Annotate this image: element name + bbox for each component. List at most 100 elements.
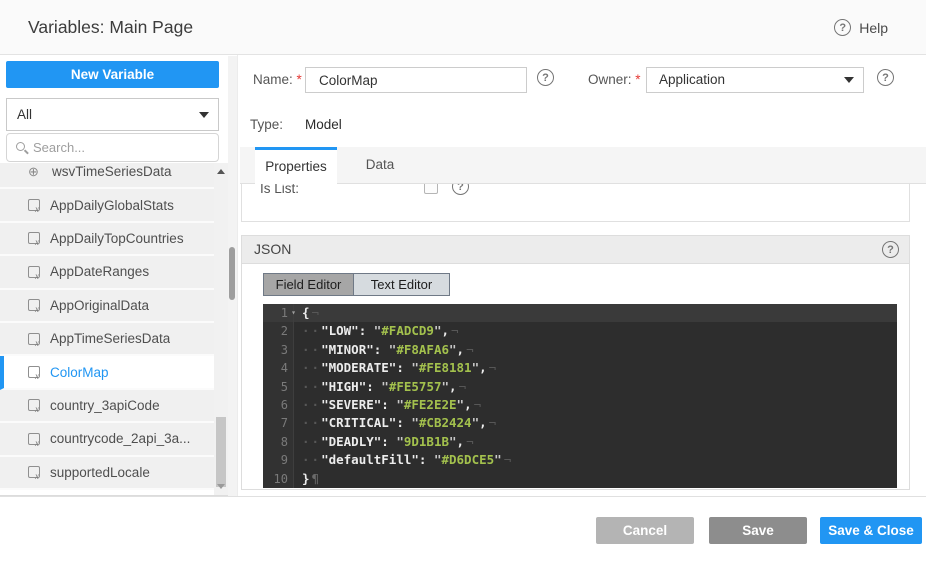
owner-help-icon[interactable]: ? <box>877 69 894 86</box>
help-button[interactable]: ? Help <box>834 0 888 55</box>
code-text: ··"defaultFill": "#D6DCE5"¬ <box>294 451 511 469</box>
list-item[interactable]: supportedLocale <box>0 457 214 490</box>
is-list-label: Is List: <box>260 184 299 196</box>
code-line: 9··"defaultFill": "#D6DCE5"¬ <box>263 451 897 469</box>
code-line: 8··"DEADLY": "9D1B1B",¬ <box>263 433 897 451</box>
list-item-label: supportedLocale <box>50 465 150 480</box>
chevron-down-icon <box>199 112 209 118</box>
tab-properties[interactable]: Properties <box>255 147 337 185</box>
variable-icon <box>28 232 40 244</box>
variable-icon <box>28 433 40 445</box>
variable-icon <box>28 333 40 345</box>
owner-dropdown[interactable]: Application <box>646 67 864 93</box>
is-list-checkbox[interactable] <box>424 184 438 194</box>
list-item-label: AppTimeSeriesData <box>50 331 170 346</box>
field-editor-button[interactable]: Field Editor <box>264 274 353 295</box>
content-scroll-thumb[interactable] <box>229 247 235 300</box>
line-number: 6 <box>263 396 294 414</box>
line-number: 3 <box>263 341 294 359</box>
code-line: 2··"LOW": "#FADCD9",¬ <box>263 322 897 340</box>
list-item[interactable]: ColorMap <box>0 356 214 389</box>
required-marker: * <box>297 72 302 87</box>
page-title: Variables: Main Page <box>28 0 193 55</box>
json-panel: JSON ? Field Editor Text Editor 1▾{¬2··"… <box>241 235 910 490</box>
is-list-help-icon[interactable]: ? <box>452 184 469 195</box>
list-item-label: AppDateRanges <box>50 264 149 279</box>
variable-icon <box>28 399 40 411</box>
list-item[interactable]: AppDailyGlobalStats <box>0 189 214 222</box>
code-line: 7··"CRITICAL": "#CB2424",¬ <box>263 414 897 432</box>
variable-icon <box>28 466 40 478</box>
list-item-label: country_3apiCode <box>50 398 160 413</box>
code-text: ··"MINOR": "#F8AFA6",¬ <box>294 341 474 359</box>
filter-value: All <box>17 99 32 130</box>
new-variable-button[interactable]: New Variable <box>6 61 219 88</box>
list-item-label: AppDailyGlobalStats <box>50 198 174 213</box>
code-line: 10}¶ <box>263 470 897 488</box>
list-item-label: countrycode_2api_3a... <box>50 431 190 446</box>
type-value: Model <box>305 117 342 132</box>
sidebar-divider <box>237 55 238 497</box>
fold-icon[interactable]: ▾ <box>291 304 296 322</box>
help-label: Help <box>859 20 888 36</box>
list-item[interactable]: AppDateRanges <box>0 256 214 289</box>
save-close-button[interactable]: Save & Close <box>820 517 922 544</box>
list-item-label: wsvTimeSeriesData <box>52 164 172 179</box>
list-item[interactable]: AppDailyTopCountries <box>0 223 214 256</box>
line-number: 1▾ <box>263 304 294 322</box>
properties-panel: Is List: ? <box>241 184 910 222</box>
code-line: 3··"MINOR": "#F8AFA6",¬ <box>263 341 897 359</box>
variable-icon <box>28 199 40 211</box>
cancel-button[interactable]: Cancel <box>596 517 694 544</box>
list-item[interactable]: ⊕ wsvTimeSeriesData <box>0 163 214 189</box>
code-text: ··"SEVERE": "#FE2E2E",¬ <box>294 396 481 414</box>
json-section-title: JSON <box>254 236 291 263</box>
line-number: 2 <box>263 322 294 340</box>
tab-data[interactable]: Data <box>348 147 412 185</box>
list-item[interactable]: country_3apiCode <box>0 390 214 423</box>
code-text: ··"DEADLY": "9D1B1B",¬ <box>294 433 474 451</box>
line-number: 10 <box>263 470 294 488</box>
text-editor-button[interactable]: Text Editor <box>353 274 449 295</box>
name-field[interactable] <box>305 67 527 93</box>
required-marker: * <box>635 72 640 87</box>
chevron-down-icon <box>844 77 854 83</box>
name-help-icon[interactable]: ? <box>537 69 554 86</box>
dialog-header: Variables: Main Page ? Help <box>0 0 926 55</box>
sidebar-scrollbar[interactable] <box>214 163 228 495</box>
code-text: ··"CRITICAL": "#CB2424",¬ <box>294 414 496 432</box>
search-placeholder: Search... <box>33 134 85 161</box>
list-item-label: AppOriginalData <box>50 298 149 313</box>
code-text: ··"MODERATE": "#FE8181",¬ <box>294 359 496 377</box>
code-line: 5··"HIGH": "#FE5757",¬ <box>263 378 897 396</box>
scroll-up-icon[interactable] <box>217 169 225 174</box>
line-number: 4 <box>263 359 294 377</box>
list-item[interactable]: AppOriginalData <box>0 290 214 323</box>
help-icon: ? <box>834 19 851 36</box>
sidebar-scroll-thumb[interactable] <box>216 417 226 487</box>
json-panel-header: JSON ? <box>242 236 909 264</box>
line-number: 7 <box>263 414 294 432</box>
variable-icon <box>28 299 40 311</box>
json-code-editor[interactable]: 1▾{¬2··"LOW": "#FADCD9",¬3··"MINOR": "#F… <box>263 304 897 488</box>
list-item-label: ColorMap <box>50 365 109 380</box>
web-service-icon: ⊕ <box>28 166 42 178</box>
code-line: 6··"SEVERE": "#FE2E2E",¬ <box>263 396 897 414</box>
list-item[interactable]: countrycode_2api_3a... <box>0 423 214 456</box>
code-text: ··"LOW": "#FADCD9",¬ <box>294 322 459 340</box>
variable-filter-dropdown[interactable]: All <box>6 98 219 131</box>
search-input[interactable]: Search... <box>6 133 219 162</box>
scroll-down-icon[interactable] <box>217 484 225 489</box>
variable-list: ⊕ wsvTimeSeriesData AppDailyGlobalStats App… <box>0 163 214 495</box>
list-item-label: AppDailyTopCountries <box>50 231 184 246</box>
footer-divider <box>0 496 926 497</box>
list-item[interactable]: AppTimeSeriesData <box>0 323 214 356</box>
variable-icon <box>28 266 40 278</box>
save-button[interactable]: Save <box>709 517 807 544</box>
content-scrollbar[interactable] <box>228 56 237 497</box>
line-number: 8 <box>263 433 294 451</box>
tab-bar: Properties Data <box>240 147 926 184</box>
code-text: }¶ <box>294 470 319 488</box>
line-number: 9 <box>263 451 294 469</box>
json-help-icon[interactable]: ? <box>882 241 899 258</box>
